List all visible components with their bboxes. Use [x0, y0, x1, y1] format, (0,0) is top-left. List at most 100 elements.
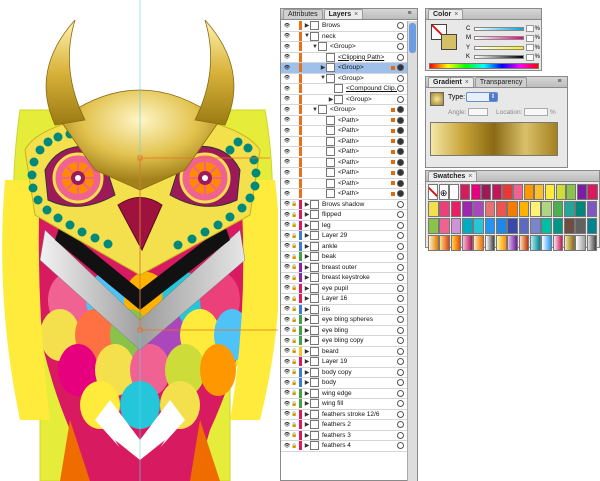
- color-swatch[interactable]: [575, 201, 587, 217]
- lock-icon[interactable]: 🔒: [291, 295, 298, 303]
- visibility-eye-icon[interactable]: 👁: [283, 368, 291, 376]
- color-swatch[interactable]: [473, 218, 485, 234]
- lock-icon[interactable]: [291, 53, 298, 61]
- color-swatch[interactable]: [555, 184, 566, 200]
- layer-name[interactable]: wing edge: [322, 390, 397, 397]
- lock-icon[interactable]: 🔒: [291, 274, 298, 282]
- tab-attributes[interactable]: Attributes: [283, 9, 323, 19]
- color-swatch[interactable]: [518, 201, 530, 217]
- layer-row[interactable]: 👁 <Path>: [281, 178, 417, 189]
- layer-row[interactable]: 👁 ▶ Brows: [281, 21, 417, 32]
- color-swatch[interactable]: [428, 201, 439, 217]
- color-swatch[interactable]: [495, 218, 507, 234]
- selection-indicator[interactable]: [391, 107, 395, 112]
- layer-name[interactable]: eye bling spheres: [322, 316, 397, 323]
- layer-name[interactable]: <Path>: [338, 180, 391, 187]
- layer-name[interactable]: <Group>: [338, 75, 397, 82]
- lock-icon[interactable]: 🔒: [291, 316, 298, 324]
- target-circle-icon[interactable]: [397, 305, 404, 313]
- color-swatch[interactable]: [518, 218, 530, 234]
- lock-icon[interactable]: [291, 32, 298, 40]
- visibility-eye-icon[interactable]: 👁: [283, 326, 291, 334]
- layer-row[interactable]: 👁 🔒 ▶ Layer 29: [281, 231, 417, 242]
- lock-icon[interactable]: 🔒: [291, 421, 298, 429]
- fill-stroke-proxy[interactable]: [431, 24, 459, 52]
- layer-name[interactable]: <Compound Clip...: [346, 85, 397, 92]
- gradient-type-select[interactable]: ⇕: [466, 92, 498, 102]
- layer-row[interactable]: 👁 🔒 ▶ iris: [281, 304, 417, 315]
- lock-icon[interactable]: 🔒: [291, 221, 298, 229]
- layer-row[interactable]: 👁 🔒 ▶ breast outer: [281, 262, 417, 273]
- slider-track[interactable]: [473, 26, 524, 31]
- scrollbar-thumb[interactable]: [409, 23, 416, 53]
- layer-row[interactable]: 👁 🔒 ▶ beak: [281, 252, 417, 263]
- target-circle-icon[interactable]: [397, 169, 404, 177]
- color-swatch[interactable]: [529, 218, 541, 234]
- layer-name[interactable]: ankle: [322, 243, 397, 250]
- layer-name[interactable]: <Path>: [338, 127, 391, 134]
- target-circle-icon[interactable]: [397, 148, 404, 156]
- layer-name[interactable]: <Group>: [338, 64, 391, 71]
- color-swatch[interactable]: [502, 184, 513, 200]
- target-circle-icon[interactable]: [397, 253, 404, 261]
- gradient-swatch[interactable]: [473, 235, 485, 251]
- target-circle-icon[interactable]: [397, 232, 404, 240]
- visibility-eye-icon[interactable]: 👁: [283, 295, 291, 303]
- color-swatch[interactable]: [439, 201, 451, 217]
- visibility-eye-icon[interactable]: 👁: [283, 211, 291, 219]
- layer-row[interactable]: 👁 ▶ <Group>: [281, 63, 417, 74]
- layer-row[interactable]: 👁 🔒 ▶ body copy: [281, 367, 417, 378]
- layer-row[interactable]: 👁 🔒 ▶ eye bling spheres: [281, 315, 417, 326]
- color-swatch[interactable]: [576, 184, 587, 200]
- panel-menu-icon[interactable]: ≡: [405, 10, 414, 18]
- lock-icon[interactable]: 🔒: [291, 379, 298, 387]
- layer-row[interactable]: 👁 🔒 ▶ eye pupil: [281, 283, 417, 294]
- color-swatch[interactable]: [563, 218, 575, 234]
- layers-scrollbar[interactable]: [407, 21, 417, 481]
- target-circle-icon[interactable]: [397, 116, 404, 124]
- layer-name[interactable]: beak: [322, 253, 397, 260]
- visibility-eye-icon[interactable]: 👁: [283, 169, 291, 177]
- layer-name[interactable]: <Path>: [338, 148, 391, 155]
- close-icon[interactable]: ×: [468, 173, 472, 180]
- lock-icon[interactable]: 🔒: [291, 326, 298, 334]
- color-swatch[interactable]: [544, 184, 555, 200]
- color-swatch[interactable]: [507, 218, 519, 234]
- lock-icon[interactable]: [291, 85, 298, 93]
- visibility-eye-icon[interactable]: 👁: [283, 316, 291, 324]
- color-swatch[interactable]: [484, 218, 496, 234]
- lock-icon[interactable]: 🔒: [291, 200, 298, 208]
- layer-name[interactable]: <Path>: [338, 117, 391, 124]
- layer-name[interactable]: <Clipping Path>: [338, 54, 397, 61]
- target-circle-icon[interactable]: [397, 242, 404, 250]
- visibility-eye-icon[interactable]: 👁: [283, 127, 291, 135]
- color-swatch[interactable]: [541, 201, 553, 217]
- color-swatch[interactable]: [461, 201, 473, 217]
- registration-swatch-icon[interactable]: ⊕: [438, 184, 449, 200]
- gradient-swatch[interactable]: [586, 235, 598, 251]
- target-circle-icon[interactable]: [397, 274, 404, 282]
- target-circle-icon[interactable]: [397, 358, 404, 366]
- location-input[interactable]: [524, 108, 548, 116]
- gradient-swatch[interactable]: [495, 235, 507, 251]
- layer-row[interactable]: 👁 🔒 ▶ flipped: [281, 210, 417, 221]
- layer-name[interactable]: Brows shadow: [322, 201, 397, 208]
- color-swatch[interactable]: [552, 218, 564, 234]
- lock-icon[interactable]: [291, 22, 298, 30]
- visibility-eye-icon[interactable]: 👁: [283, 358, 291, 366]
- tab-color[interactable]: Color ×: [428, 9, 464, 19]
- visibility-eye-icon[interactable]: 👁: [283, 179, 291, 187]
- layer-name[interactable]: neck: [322, 33, 397, 40]
- visibility-eye-icon[interactable]: 👁: [283, 32, 291, 40]
- lock-icon[interactable]: 🔒: [291, 358, 298, 366]
- color-swatch[interactable]: [473, 201, 485, 217]
- layer-name[interactable]: <Group>: [330, 106, 391, 113]
- color-swatch[interactable]: [513, 184, 524, 200]
- target-circle-icon[interactable]: [397, 179, 404, 187]
- lock-icon[interactable]: [291, 148, 298, 156]
- gradient-preview-swatch[interactable]: [430, 92, 444, 106]
- channel-slider-k[interactable]: K%: [466, 53, 540, 62]
- selection-indicator[interactable]: [391, 65, 395, 70]
- slider-track[interactable]: [473, 36, 524, 40]
- layer-row[interactable]: 👁 <Path>: [281, 189, 417, 200]
